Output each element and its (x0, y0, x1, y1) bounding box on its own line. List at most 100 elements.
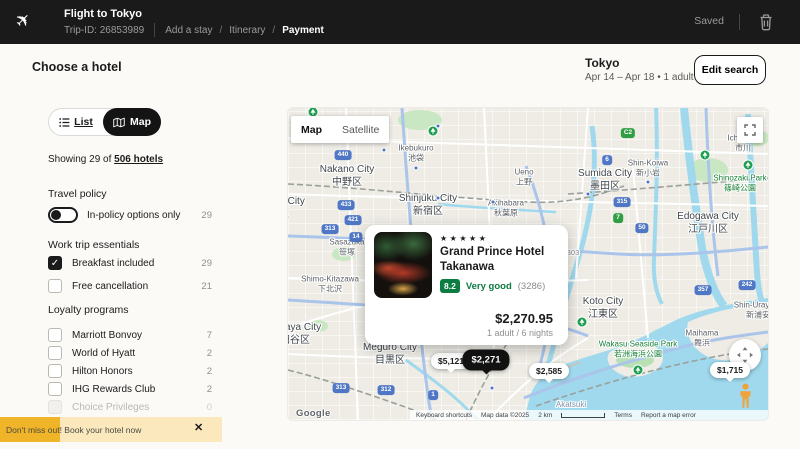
station-dot-icon (491, 200, 496, 205)
hotel-price: $2,270.95 (495, 311, 553, 326)
breadcrumb-payment[interactable]: Payment (282, 25, 324, 36)
hotel-photo (374, 232, 432, 298)
filter-breakfast-included[interactable]: ✓ Breakfast included 29 (48, 256, 212, 270)
map-label: Wakasu Seaside Park若洲海浜公園 (599, 340, 677, 361)
map-view-button[interactable]: Map (103, 108, 161, 136)
fullscreen-icon (744, 124, 756, 136)
map-label: Shin-Koiwa新小岩 (628, 159, 668, 180)
map-label: Shimo-Kitazawa下北沢 (301, 275, 359, 296)
route-badge: 242 (739, 280, 756, 290)
dates-occupancy: Apr 14 – Apr 18 • 1 adult (585, 72, 694, 83)
map-view-label: Map (130, 116, 151, 128)
checkbox[interactable] (48, 279, 62, 293)
filter-world-of-hyatt[interactable]: World of Hyatt 2 (48, 346, 212, 360)
close-icon[interactable]: ✕ (194, 421, 203, 434)
route-badge: 357 (695, 285, 712, 295)
top-bar: ✈ Flight to Tokyo Trip-ID: 26853989 Add … (0, 0, 800, 44)
hotel-card[interactable]: ★★★★★ Grand Prince Hotel Takanawa 8.2 Ve… (365, 225, 568, 345)
map-label: Shinjuku City新宿区 (399, 192, 457, 218)
fullscreen-button[interactable] (737, 117, 763, 143)
map-type-map-button[interactable]: Map (291, 116, 332, 143)
list-view-button[interactable]: List (49, 109, 103, 135)
promo-banner: Don't miss out! Book your hotel now ✕ (0, 417, 222, 442)
route-badge: 14 (349, 232, 362, 242)
map-label: Maihama舞浜 (686, 329, 719, 350)
breadcrumb: Add a stay / Itinerary / Payment (165, 25, 324, 36)
price-pin[interactable]: $2,585 (529, 363, 569, 379)
loyalty-heading: Loyalty programs (48, 304, 129, 316)
filter-count: 7 (207, 330, 212, 341)
map-label: Nakano City中野区 (320, 163, 374, 189)
map-canvas[interactable]: Nakano City中野区 Shinjuku City新宿区 Sumida Cit… (288, 108, 768, 420)
map-data-label: Map data ©2025 (481, 412, 529, 419)
terms-link[interactable]: Terms (614, 412, 632, 419)
price-pin[interactable]: $2,271 (462, 350, 509, 371)
filter-count: 2 (207, 366, 212, 377)
checkbox[interactable] (48, 382, 62, 396)
filter-count: 29 (201, 210, 212, 221)
park-tree-icon (577, 317, 588, 328)
rating-review-count: (3286) (518, 281, 545, 292)
map-label: Setagaya City世田谷区 (288, 321, 321, 347)
hotel-rating-row: 8.2 Very good (3286) (440, 279, 545, 293)
hotel-name: Grand Prince Hotel Takanawa (440, 245, 562, 274)
scale-bar (561, 413, 605, 418)
hotel-price-detail: 1 adult / 6 nights (487, 328, 553, 338)
filter-in-policy[interactable]: In-policy options only 29 (48, 207, 212, 223)
filter-marriott-bonvoy[interactable]: Marriott Bonvoy 7 (48, 328, 212, 342)
edit-search-button[interactable]: Edit search (694, 55, 766, 85)
results-count-link[interactable]: 506 hotels (114, 154, 163, 165)
trip-title: Flight to Tokyo (64, 8, 142, 20)
route-badge: 312 (378, 385, 395, 395)
filter-count: 2 (207, 384, 212, 395)
map-label: Shinozaki Park篠崎公園 (713, 174, 766, 195)
filter-hilton-honors[interactable]: Hilton Honors 2 (48, 364, 212, 378)
filter-choice-privileges: Choice Privileges 0 (48, 400, 212, 414)
route-badge: 315 (614, 197, 631, 207)
map-label: Ueno上野 (514, 168, 533, 189)
route-badge: 7 (613, 213, 623, 223)
filter-label: Free cancellation (72, 281, 201, 292)
trip-id: Trip-ID: 26853989 (64, 25, 144, 36)
keyboard-shortcuts-link[interactable]: Keyboard shortcuts (416, 412, 472, 419)
map-type-satellite-button[interactable]: Satellite (332, 116, 389, 143)
breadcrumb-add-a-stay[interactable]: Add a stay (165, 25, 212, 36)
park-tree-icon (633, 365, 644, 376)
pegman-icon[interactable] (737, 383, 754, 409)
toggle-switch[interactable] (48, 207, 78, 223)
divider (739, 14, 740, 30)
checkbox[interactable] (48, 346, 62, 360)
breadcrumb-itinerary[interactable]: Itinerary (229, 25, 265, 36)
map-label: Akatsuki (556, 400, 586, 410)
map-label: 303 (567, 248, 580, 258)
trash-icon[interactable] (758, 13, 774, 31)
filter-ihg-rewards-club[interactable]: IHG Rewards Club 2 (48, 382, 212, 396)
map-label: Sumida City墨田区 (578, 167, 632, 193)
list-icon (59, 117, 70, 128)
report-map-error-link[interactable]: Report a map error (641, 412, 696, 419)
results-count-prefix: Showing 29 of (48, 154, 114, 165)
filters-sidebar: List Map Showing 29 of 506 hotels Travel… (48, 108, 212, 418)
checkbox[interactable] (48, 328, 62, 342)
filter-count: 21 (201, 281, 212, 292)
filter-count: 0 (207, 402, 212, 413)
station-dot-icon (586, 192, 591, 197)
park-tree-icon (743, 160, 754, 171)
banner-text: Don't miss out! Book your hotel now (6, 425, 141, 435)
checkbox[interactable]: ✓ (48, 256, 62, 270)
filter-label: Hilton Honors (72, 366, 207, 377)
price-pin[interactable]: $1,715 (710, 362, 750, 378)
attribution-strip: Keyboard shortcuts Map data ©2025 2 km T… (410, 410, 768, 420)
page-title: Choose a hotel (32, 60, 122, 74)
route-badge: 313 (333, 383, 350, 393)
filter-label: IHG Rewards Club (72, 384, 207, 395)
station-dot-icon (414, 166, 419, 171)
route-badge: 50 (635, 223, 648, 233)
checkbox[interactable] (48, 364, 62, 378)
filter-free-cancellation[interactable]: Free cancellation 21 (48, 279, 212, 293)
route-badge: 433 (338, 200, 355, 210)
filter-label: In-policy options only (87, 210, 201, 221)
route-badge: 6 (602, 155, 612, 165)
map-label: Shin-Urayasu新浦安 (734, 301, 768, 322)
park-tree-icon (428, 126, 439, 137)
